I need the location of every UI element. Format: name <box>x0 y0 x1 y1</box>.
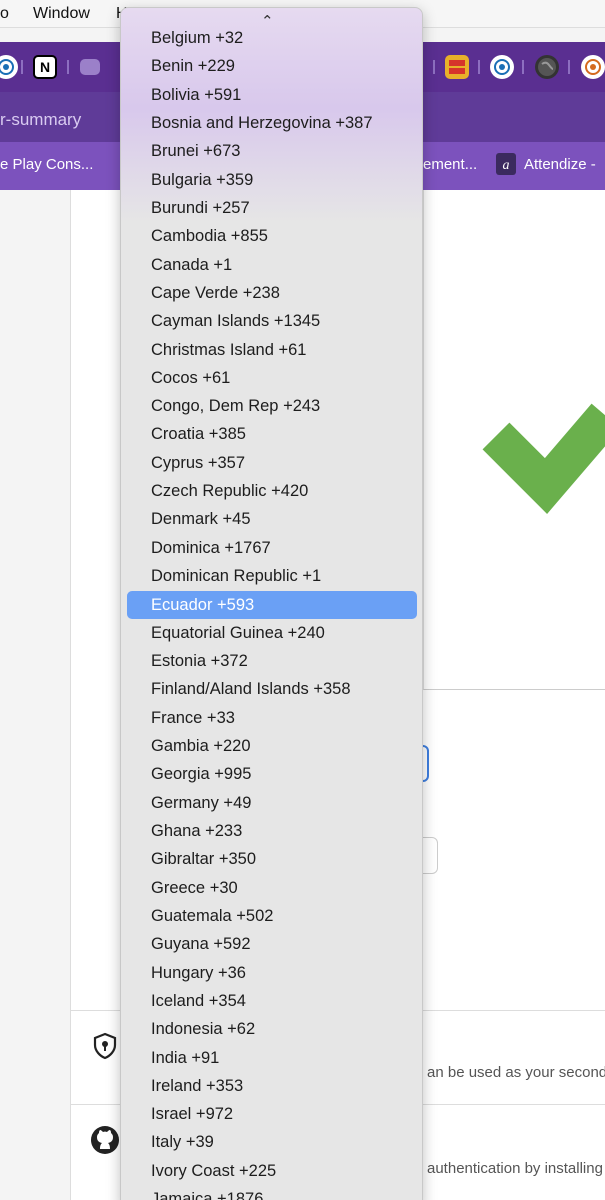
country-option[interactable]: Burundi +257 <box>151 199 250 218</box>
separator <box>21 60 23 74</box>
scroll-up-icon[interactable]: ⌃ <box>261 12 274 30</box>
country-option[interactable]: Gambia +220 <box>151 737 251 756</box>
notion-icon[interactable]: N <box>33 55 57 79</box>
country-option[interactable]: Italy +39 <box>151 1133 214 1152</box>
country-option[interactable]: Ghana +233 <box>151 822 242 841</box>
country-option[interactable]: Benin +229 <box>151 57 235 76</box>
country-option[interactable]: India +91 <box>151 1049 219 1068</box>
checkmark-icon <box>482 403 605 514</box>
menu-item-window[interactable]: Window <box>33 5 90 23</box>
country-option[interactable]: Dominican Republic +1 <box>151 567 321 586</box>
country-option[interactable]: Canada +1 <box>151 256 232 275</box>
country-option[interactable]: Equatorial Guinea +240 <box>151 624 325 643</box>
country-option[interactable]: Cayman Islands +1345 <box>151 312 320 331</box>
card-icon[interactable] <box>80 59 100 75</box>
country-option[interactable]: Czech Republic +420 <box>151 482 308 501</box>
country-option[interactable]: Gibraltar +350 <box>151 850 256 869</box>
country-option[interactable]: Germany +49 <box>151 794 251 813</box>
country-option[interactable]: Cyprus +357 <box>151 454 245 473</box>
github-icon <box>90 1125 120 1155</box>
country-option[interactable]: Jamaica +1876 <box>151 1190 263 1200</box>
country-option[interactable]: Indonesia +62 <box>151 1020 255 1039</box>
separator <box>522 60 524 74</box>
svg-text:a: a <box>503 158 510 173</box>
country-option[interactable]: Guyana +592 <box>151 935 251 954</box>
globe-icon[interactable] <box>490 55 514 79</box>
country-option[interactable]: Georgia +995 <box>151 765 251 784</box>
country-option[interactable]: Bulgaria +359 <box>151 171 253 190</box>
country-option[interactable]: Hungary +36 <box>151 964 246 983</box>
country-option[interactable]: France +33 <box>151 709 235 728</box>
country-option[interactable]: Brunei +673 <box>151 142 240 161</box>
country-option[interactable]: Bosnia and Herzegovina +387 <box>151 114 373 133</box>
security-key-description: an be used as your second <box>427 1064 605 1081</box>
separator <box>67 60 69 74</box>
tab-title[interactable]: r-summary <box>0 110 81 130</box>
separator <box>433 60 435 74</box>
country-option[interactable]: Cambodia +855 <box>151 227 268 246</box>
country-option[interactable]: Christmas Island +61 <box>151 341 306 360</box>
globe-icon[interactable] <box>0 55 18 79</box>
country-option[interactable]: Estonia +372 <box>151 652 248 671</box>
country-option[interactable]: Cocos +61 <box>151 369 230 388</box>
country-option[interactable]: Guatemala +502 <box>151 907 273 926</box>
globe-icon[interactable] <box>581 55 605 79</box>
country-option[interactable]: Belgium +32 <box>151 29 243 48</box>
separator <box>568 60 570 74</box>
bookmark-attendize[interactable]: Attendize - <box>524 156 596 173</box>
separator <box>478 60 480 74</box>
bookmark-play-console[interactable]: e Play Cons... <box>0 156 93 173</box>
country-option[interactable]: Iceland +354 <box>151 992 246 1011</box>
flag-icon[interactable] <box>445 55 469 79</box>
country-option[interactable]: Ivory Coast +225 <box>151 1162 276 1181</box>
country-option[interactable]: Ireland +353 <box>151 1077 243 1096</box>
country-option[interactable]: Congo, Dem Rep +243 <box>151 397 320 416</box>
country-option[interactable]: Denmark +45 <box>151 510 251 529</box>
country-option[interactable]: Greece +30 <box>151 879 238 898</box>
country-option[interactable]: Israel +972 <box>151 1105 233 1124</box>
country-option[interactable]: Dominica +1767 <box>151 539 271 558</box>
earth-icon[interactable] <box>535 55 559 79</box>
country-option[interactable]: Bolivia +591 <box>151 86 241 105</box>
menu-item-partial[interactable]: o <box>0 5 9 23</box>
country-option-selected[interactable]: Ecuador +593 <box>127 591 417 620</box>
success-panel <box>423 190 605 690</box>
bookmark-management[interactable]: ement... <box>423 156 477 173</box>
github-description: authentication by installing <box>427 1160 603 1177</box>
shield-lock-icon <box>90 1031 120 1061</box>
country-option[interactable]: Cape Verde +238 <box>151 284 280 303</box>
country-code-dropdown[interactable]: ⌃ Belgium +32 Benin +229 Bolivia +591 Bosni… <box>120 7 423 1200</box>
country-option[interactable]: Finland/Aland Islands +358 <box>151 680 351 699</box>
attendize-icon: a <box>496 153 516 179</box>
country-option[interactable]: Croatia +385 <box>151 425 246 444</box>
